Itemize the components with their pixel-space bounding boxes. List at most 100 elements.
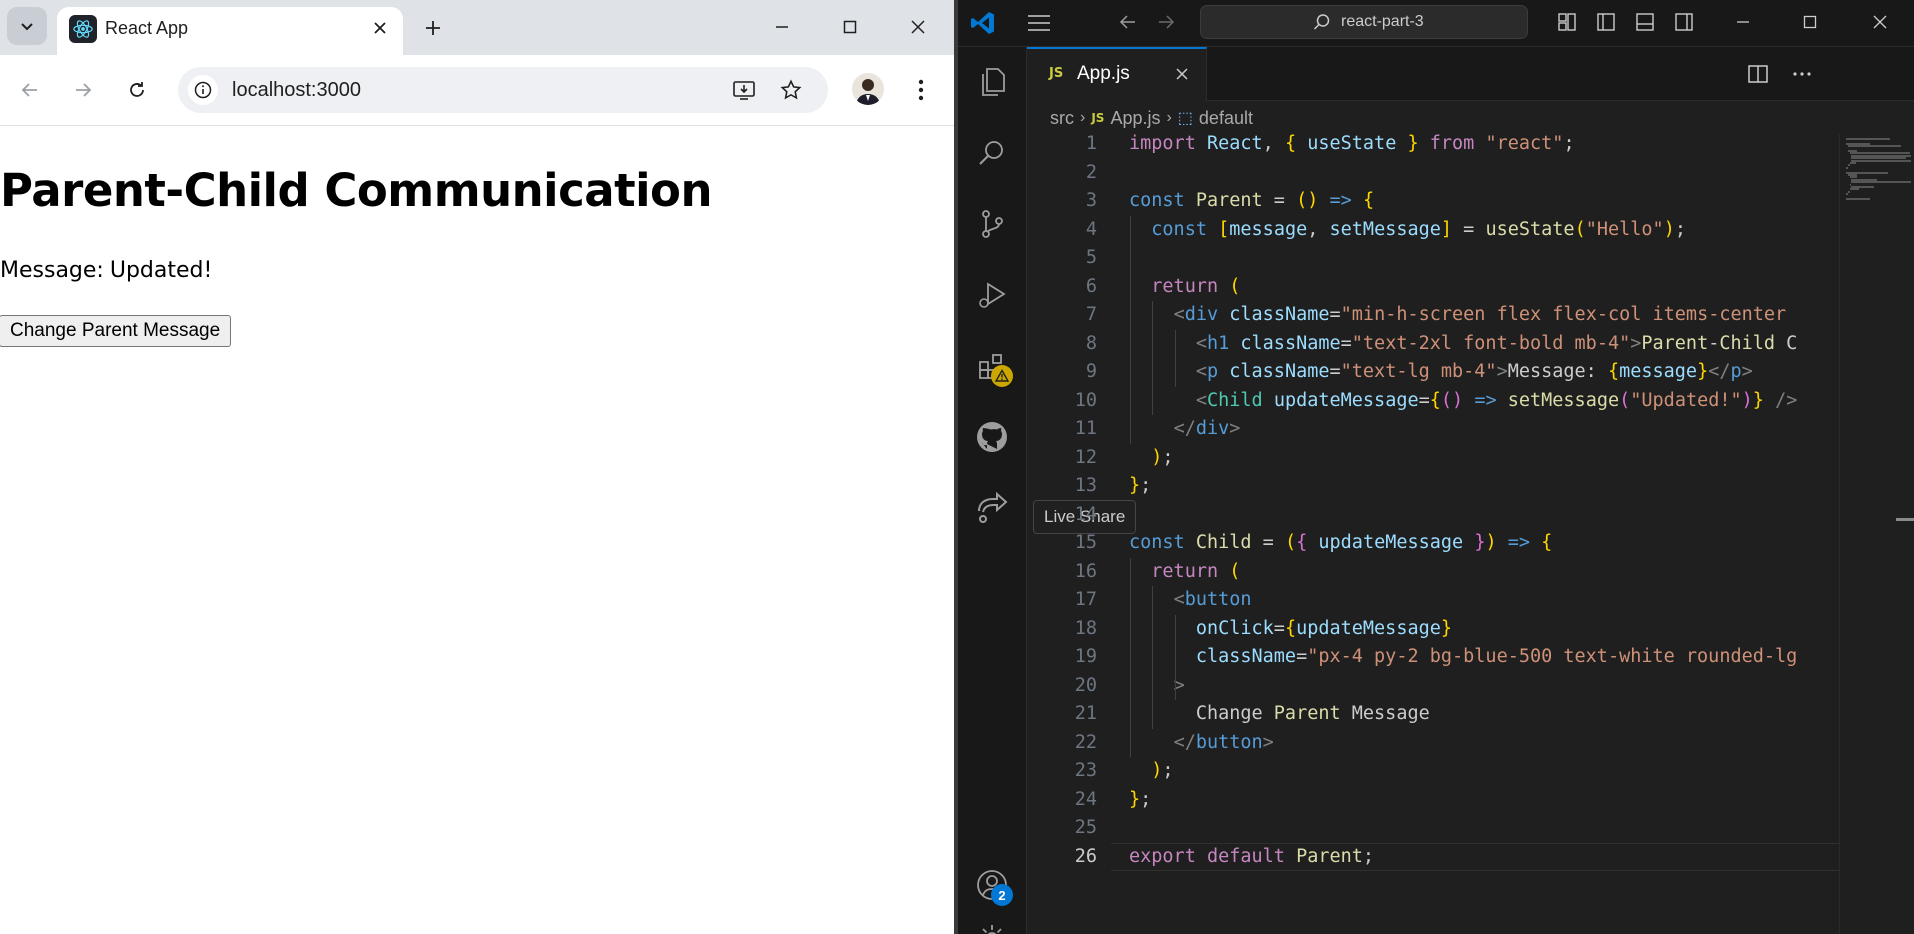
code-line[interactable]: 2 <box>1027 159 1839 188</box>
toggle-panel-button[interactable] <box>1633 10 1657 34</box>
code-line[interactable]: 24}; <box>1027 786 1839 815</box>
code-line[interactable]: 26 export default Parent; <box>1027 842 1839 871</box>
toggle-primary-sidebar-button[interactable] <box>1594 10 1618 34</box>
split-editor-icon[interactable] <box>1747 63 1769 85</box>
vscode-minimize-button[interactable] <box>1731 10 1755 34</box>
indent-guide <box>1152 586 1154 729</box>
code-line[interactable]: 21 Change Parent Message <box>1027 700 1839 729</box>
code-line[interactable]: 3 const Parent = () => { <box>1027 187 1839 216</box>
source-control-button[interactable] <box>969 201 1015 247</box>
search-button[interactable] <box>969 130 1015 176</box>
minimap-line <box>1851 159 1911 162</box>
minimize-icon <box>776 26 788 28</box>
react-logo-icon <box>69 15 97 43</box>
github-button[interactable] <box>969 414 1015 460</box>
minimap[interactable] <box>1839 134 1914 934</box>
back-button[interactable] <box>14 74 46 106</box>
code-line[interactable]: 4 const [message, setMessage] = useState… <box>1027 216 1839 245</box>
code-line[interactable]: 15 const Child = ({ updateMessage }) => { <box>1027 529 1839 558</box>
extensions-button[interactable] <box>969 343 1015 389</box>
toggle-secondary-sidebar-button[interactable] <box>1672 10 1696 34</box>
code-editor[interactable]: 1 import React, { useState } from "react"… <box>1027 134 1839 934</box>
reload-icon <box>130 82 144 97</box>
breadcrumb-file[interactable]: App.js <box>1110 108 1160 129</box>
vscode-maximize-button[interactable] <box>1798 10 1822 34</box>
sidebar-left-icon <box>1597 13 1615 31</box>
line-number: 24 <box>1074 788 1097 810</box>
change-parent-message-button[interactable]: Change Parent Message <box>0 315 232 347</box>
customize-layout-button[interactable] <box>1555 10 1579 34</box>
code-line[interactable]: 14 <box>1027 501 1839 530</box>
minimize-button[interactable] <box>765 12 799 42</box>
url-text[interactable]: localhost:3000 <box>232 79 361 102</box>
breadcrumb: src › JS App.js › ⬚ default <box>1050 106 1253 130</box>
plus-icon <box>426 21 440 35</box>
code-line[interactable]: 10 <Child updateMessage={() => setMessag… <box>1027 387 1839 416</box>
more-actions-icon[interactable] <box>1791 63 1813 85</box>
code-line[interactable]: 6 return ( <box>1027 273 1839 302</box>
maximize-button[interactable] <box>833 12 867 42</box>
chevron-down-icon <box>21 23 33 31</box>
code-line[interactable]: 5 <box>1027 244 1839 273</box>
line-number: 16 <box>1074 560 1097 582</box>
accounts-button[interactable]: 2 <box>969 862 1015 908</box>
code-line[interactable]: 13}; <box>1027 472 1839 501</box>
close-window-button[interactable] <box>901 12 935 42</box>
breadcrumb-symbol[interactable]: default <box>1199 108 1253 129</box>
line-number: 13 <box>1074 475 1097 496</box>
code-text: ); <box>1151 760 1174 781</box>
line-number: 19 <box>1074 646 1097 667</box>
line-number: 26 <box>1074 845 1097 867</box>
manage-button[interactable] <box>969 915 1015 934</box>
scrollbar-thumb[interactable] <box>1896 518 1914 521</box>
line-number: 14 <box>1074 503 1097 525</box>
code-line[interactable]: 12 ); <box>1027 444 1839 473</box>
menu-icon[interactable] <box>1026 12 1052 34</box>
bookmark-star-icon[interactable] <box>777 76 805 104</box>
code-line[interactable]: 18 onClick={updateMessage} <box>1027 615 1839 644</box>
install-app-icon[interactable] <box>730 76 758 104</box>
breadcrumb-src[interactable]: src <box>1050 108 1074 129</box>
site-info-icon[interactable] <box>188 75 218 105</box>
new-tab-button[interactable] <box>418 13 448 43</box>
code-text: <p className="text-lg mb-4">Message: {me… <box>1195 361 1753 382</box>
browser-menu-button[interactable] <box>906 74 936 106</box>
vscode-titlebar: react-part-3 <box>958 0 1914 47</box>
code-line[interactable]: 11 </div> <box>1027 415 1839 444</box>
browser-tab[interactable]: React App <box>57 7 403 55</box>
close-icon <box>1873 15 1887 29</box>
profile-avatar[interactable] <box>852 73 884 105</box>
address-bar[interactable]: localhost:3000 <box>178 67 828 113</box>
code-line[interactable]: 8 <h1 className="text-2xl font-bold mb-4… <box>1027 330 1839 359</box>
code-line[interactable]: 9 <p className="text-lg mb-4">Message: {… <box>1027 358 1839 387</box>
editor-tab-label: App.js <box>1077 63 1130 84</box>
code-line[interactable]: 23 ); <box>1027 757 1839 786</box>
tab-close-button[interactable] <box>369 17 391 39</box>
live-share-button[interactable] <box>969 485 1015 531</box>
line-number: 10 <box>1074 389 1097 411</box>
editor-tab-app-js[interactable]: JS App.js <box>1027 47 1207 101</box>
tab-search-button[interactable] <box>7 7 47 45</box>
close-icon[interactable] <box>1174 66 1190 82</box>
command-center-search[interactable]: react-part-3 <box>1200 5 1528 39</box>
nav-forward-button[interactable] <box>1154 10 1178 34</box>
code-line[interactable]: 25 <box>1027 814 1839 843</box>
code-text: return ( <box>1151 560 1241 582</box>
warning-badge <box>991 365 1013 387</box>
arrow-right-icon <box>76 83 92 97</box>
live-share-icon <box>978 491 1008 523</box>
vscode-close-button[interactable] <box>1868 10 1892 34</box>
browser-tab-strip: React App <box>0 0 954 55</box>
explorer-button[interactable] <box>969 59 1015 105</box>
reload-button[interactable] <box>121 74 153 106</box>
code-line[interactable]: 22 </button> <box>1027 729 1839 758</box>
code-line[interactable]: 1 import React, { useState } from "react"… <box>1027 134 1839 159</box>
code-line[interactable]: 19 className="px-4 py-2 bg-blue-500 text… <box>1027 643 1839 672</box>
forward-button[interactable] <box>67 74 99 106</box>
code-line[interactable]: 16 return ( <box>1027 558 1839 587</box>
nav-back-button[interactable] <box>1116 10 1140 34</box>
code-line[interactable]: 17 <button <box>1027 586 1839 615</box>
run-debug-button[interactable] <box>969 272 1015 318</box>
code-line[interactable]: 20 > <box>1027 672 1839 701</box>
code-line[interactable]: 7 <div className="min-h-screen flex flex… <box>1027 301 1839 330</box>
